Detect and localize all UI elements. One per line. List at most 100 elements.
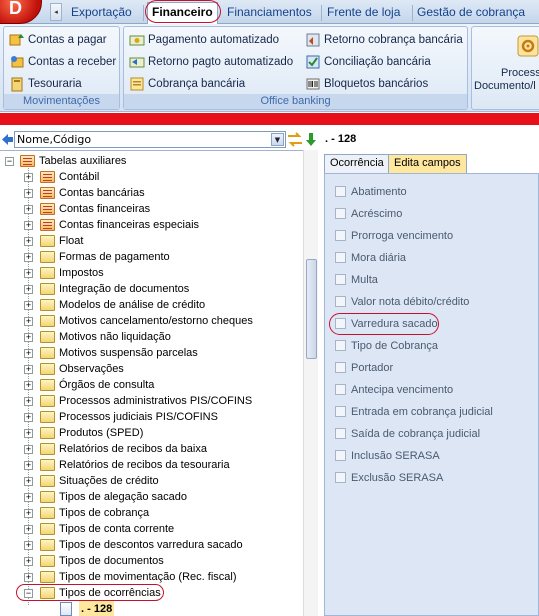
contas-a-receber-button[interactable]: Contas a receber [9,52,116,72]
tree-item[interactable]: + Motivos cancelamento/estorno cheques [0,313,303,329]
tree-item-selected[interactable]: . - 128 [0,601,303,616]
tab-frente-de-loja[interactable]: Frente de loja [323,3,404,24]
expand-icon[interactable]: + [24,525,33,534]
cobranca-bancaria-button[interactable]: Cobrança bancária [129,74,245,94]
tree-item[interactable]: + Processos judiciais PIS/COFINS [0,409,303,425]
expand-icon[interactable]: + [24,461,33,470]
tesouraria-button[interactable]: Tesouraria [9,74,82,94]
tab-gestao-de-cobranca[interactable]: Gestão de cobrança [413,3,529,24]
tree-item[interactable]: + Processos administrativos PIS/COFINS [0,393,303,409]
checkbox[interactable] [335,295,346,307]
expand-icon[interactable]: + [24,221,33,230]
tree-view[interactable]: − Tabelas auxiliares + Contábil + Contas banc… [0,150,318,616]
tab-exportacao[interactable]: Exportação [67,3,136,24]
checkbox[interactable] [335,185,346,197]
process-label-line1[interactable]: Process [501,67,539,79]
expand-icon[interactable]: + [24,285,33,294]
checkbox-row[interactable]: Antecipa vencimento [335,382,453,398]
expand-icon[interactable]: + [24,477,33,486]
expand-icon[interactable]: + [24,557,33,566]
checkbox-row[interactable]: Inclusão SERASA [335,448,440,464]
checkbox[interactable] [335,229,346,241]
tree-item[interactable]: + Motivos não liquidação [0,329,303,345]
expand-icon[interactable]: + [24,541,33,550]
chevron-down-icon[interactable]: ▼ [271,133,284,146]
checkbox-row[interactable]: Entrada em cobrança judicial [335,404,493,420]
tree-item[interactable]: + Contas bancárias [0,185,303,201]
expand-icon[interactable]: + [24,445,33,454]
checkbox-row[interactable]: Acréscimo [335,206,402,222]
checkbox[interactable] [335,251,346,263]
tree-item[interactable]: + Tipos de cobrança [0,505,303,521]
expand-icon[interactable]: + [24,317,33,326]
expand-icon[interactable]: + [24,413,33,422]
expand-icon[interactable]: + [24,397,33,406]
checkbox-row[interactable]: Tipo de Cobrança [335,338,438,354]
bloquetos-bancarios-button[interactable]: Bloquetos bancários [305,74,428,94]
back-arrow-icon[interactable] [1,133,14,146]
expand-icon[interactable]: + [24,253,33,262]
checkbox[interactable] [335,405,346,417]
quick-access-arrow-icon[interactable]: ◂ [50,3,62,21]
expand-icon[interactable]: + [24,365,33,374]
swap-icon[interactable] [287,132,303,147]
checkbox[interactable] [335,471,346,483]
tree-item[interactable]: + Relatórios de recibos da tesouraria [0,457,303,473]
expand-icon[interactable]: + [24,509,33,518]
tree-item[interactable]: + Tipos de alegação sacado [0,489,303,505]
expand-icon[interactable]: + [24,429,33,438]
tree-item[interactable]: + Relatórios de recibos da baixa [0,441,303,457]
tree-item[interactable]: + Tipos de descontos varredura sacado [0,537,303,553]
checkbox-row[interactable]: Prorroga vencimento [335,228,453,244]
scrollbar-thumb[interactable] [306,259,317,359]
tree-item[interactable]: + Impostos [0,265,303,281]
tab-financiamentos[interactable]: Financiamentos [223,3,316,24]
tree-item[interactable]: + Float [0,233,303,249]
tab-edita-campos[interactable]: Edita campos [388,154,467,173]
retorno-cobranca-bancaria-button[interactable]: Retorno cobrança bancária [305,30,463,50]
tree-scrollbar[interactable] [303,150,318,616]
retorno-pagto-automatizado-button[interactable]: Retorno pagto automatizado [129,52,293,72]
tree-item[interactable]: + Tipos de movimentação (Rec. fiscal) [0,569,303,585]
process-icon[interactable] [517,35,539,57]
tree-item[interactable]: + Contábil [0,169,303,185]
tree-item[interactable]: + Contas financeiras especiais [0,217,303,233]
tree-item[interactable]: + Produtos (SPED) [0,425,303,441]
checkbox-row[interactable]: Abatimento [335,184,407,200]
checkbox-row[interactable]: Saída de cobrança judicial [335,426,480,442]
checkbox-row[interactable]: Valor nota débito/crédito [335,294,469,310]
expand-icon[interactable]: + [24,269,33,278]
expand-icon[interactable]: + [24,205,33,214]
tree-item[interactable]: + Órgãos de consulta [0,377,303,393]
tree-item[interactable]: + Tipos de documentos [0,553,303,569]
tree-item[interactable]: + Formas de pagamento [0,249,303,265]
expand-icon[interactable]: + [24,381,33,390]
checkbox-row[interactable]: Portador [335,360,393,376]
checkbox-row[interactable]: Multa [335,272,378,288]
app-logo-button[interactable]: D [0,0,42,24]
tree-item[interactable]: + Situações de crédito [0,473,303,489]
pagamento-automatizado-button[interactable]: Pagamento automatizado [129,30,279,50]
checkbox[interactable] [335,273,346,285]
expand-icon[interactable]: + [24,493,33,502]
contas-a-pagar-button[interactable]: Contas a pagar [9,30,107,50]
expand-icon[interactable]: + [24,301,33,310]
tree-item[interactable]: + Observações [0,361,303,377]
checkbox[interactable] [335,383,346,395]
expand-icon[interactable]: + [24,189,33,198]
tree-item[interactable]: + Motivos suspensão parcelas [0,345,303,361]
tree-item[interactable]: + Integração de documentos [0,281,303,297]
checkbox[interactable] [335,339,346,351]
conciliacao-bancaria-button[interactable]: Conciliação bancária [305,52,431,72]
tree-item-root[interactable]: − Tabelas auxiliares [0,153,303,169]
expand-icon[interactable]: + [24,573,33,582]
checkbox[interactable] [335,449,346,461]
expand-icon[interactable]: + [24,349,33,358]
collapse-icon[interactable]: − [5,157,14,166]
process-label-line2[interactable]: Documento/l [474,80,536,92]
tree-item[interactable]: + Modelos de análise de crédito [0,297,303,313]
checkbox-row[interactable]: Mora diária [335,250,406,266]
expand-icon[interactable]: + [24,333,33,342]
tree-order-combo[interactable]: Nome,Código ▼ [14,131,286,148]
tree-item[interactable]: + Tipos de conta corrente [0,521,303,537]
